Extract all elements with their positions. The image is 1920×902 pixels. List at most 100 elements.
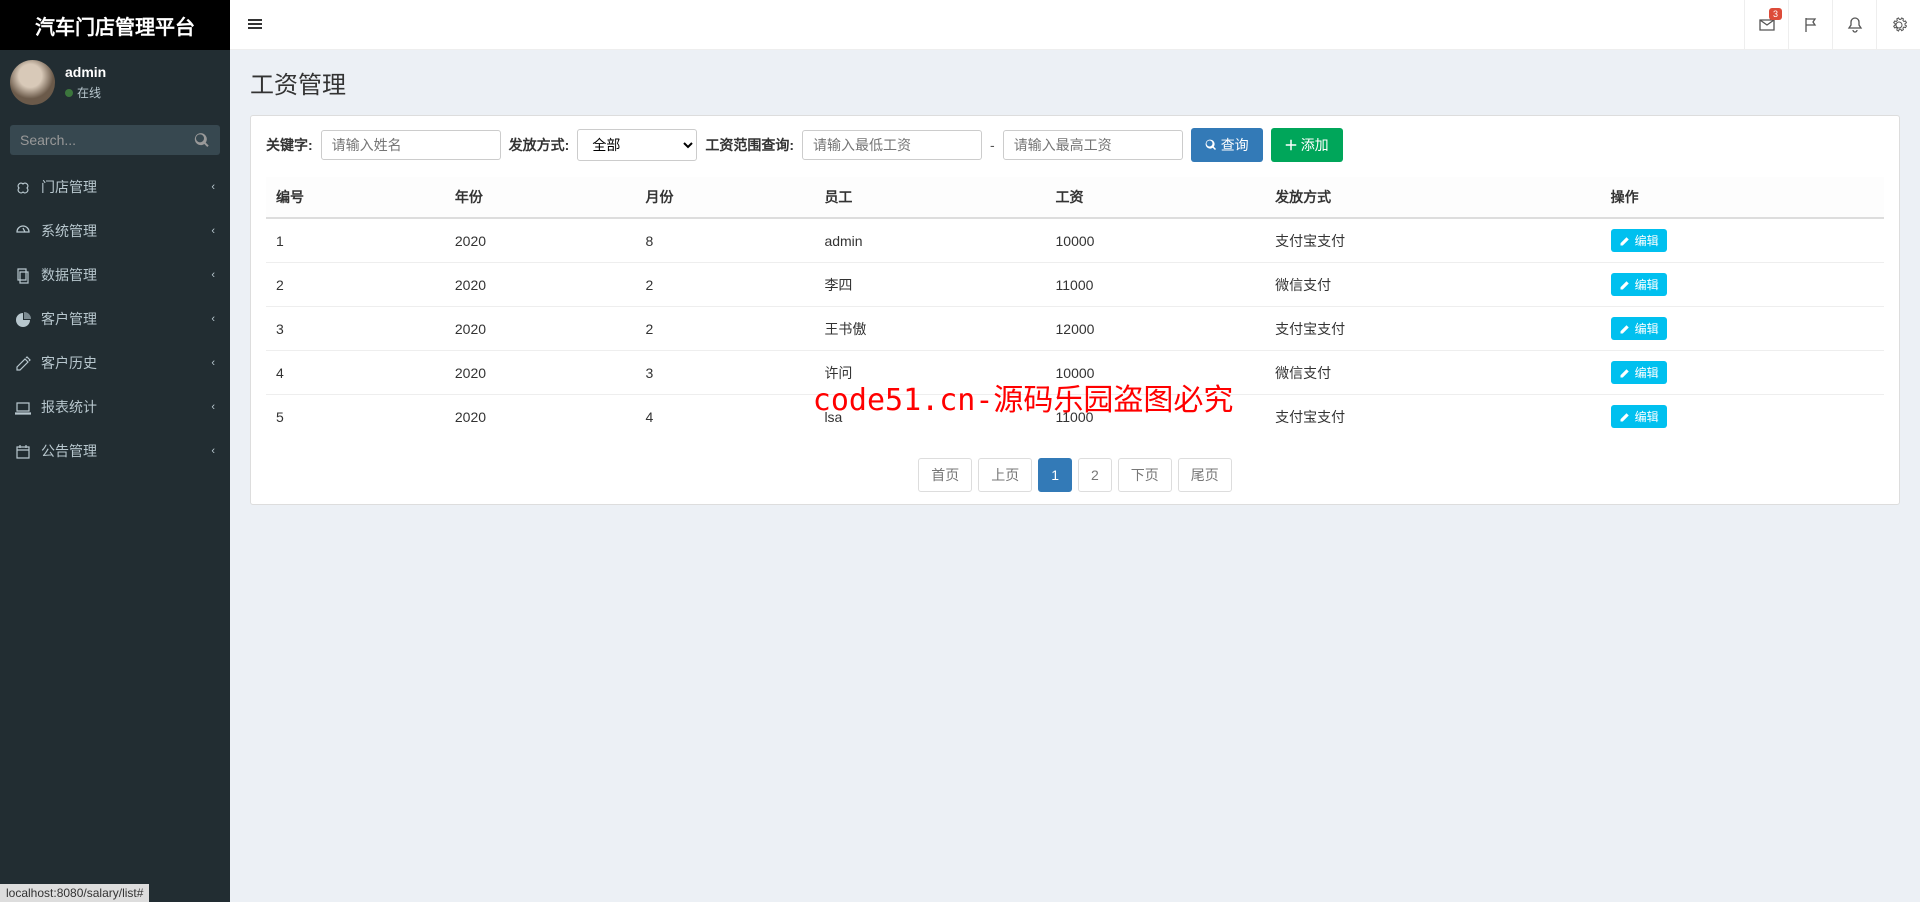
cell-paytype: 微信支付	[1265, 263, 1600, 307]
cell-id: 1	[266, 218, 445, 263]
max-salary-input[interactable]	[1003, 130, 1183, 160]
cell-paytype: 微信支付	[1265, 351, 1600, 395]
sidebar-item-2[interactable]: 数据管理‹	[0, 253, 230, 297]
sidebar-item-3[interactable]: 客户管理 ‹	[0, 297, 230, 341]
sidebar-item-1[interactable]: 系统管理‹	[0, 209, 230, 253]
page-next[interactable]: 下页	[1118, 458, 1172, 492]
page-last[interactable]: 尾页	[1178, 458, 1232, 492]
search-input[interactable]	[10, 125, 220, 155]
page-prev[interactable]: 上页	[978, 458, 1032, 492]
cell-emp: 王书傲	[814, 307, 1045, 351]
add-button[interactable]: 添加	[1271, 128, 1343, 162]
cell-paytype: 支付宝支付	[1265, 395, 1600, 439]
user-name: admin	[65, 64, 106, 80]
sidebar-item-6[interactable]: 公告管理‹	[0, 429, 230, 473]
table-row: 520204lsa11000支付宝支付 编辑	[266, 395, 1884, 439]
page-2[interactable]: 2	[1078, 458, 1112, 492]
calendar-icon	[15, 442, 31, 459]
keyword-input[interactable]	[321, 130, 501, 160]
range-label: 工资范围查询:	[705, 135, 794, 155]
col-header-5: 发放方式	[1265, 177, 1600, 218]
sidebar-item-4[interactable]: 客户历史‹	[0, 341, 230, 385]
app-logo: 汽车门店管理平台	[0, 0, 230, 50]
cell-year: 2020	[445, 395, 636, 439]
edit-button[interactable]: 编辑	[1611, 317, 1667, 340]
cell-id: 2	[266, 263, 445, 307]
sidebar-item-label: 客户管理	[41, 309, 97, 329]
keyword-label: 关键字:	[266, 135, 313, 155]
edit-button[interactable]: 编辑	[1611, 361, 1667, 384]
cell-year: 2020	[445, 218, 636, 263]
edit-button[interactable]: 编辑	[1611, 229, 1667, 252]
cell-month: 8	[636, 218, 815, 263]
col-header-1: 年份	[445, 177, 636, 218]
sidebar-item-0[interactable]: 门店管理‹	[0, 165, 230, 209]
flag-icon[interactable]	[1788, 0, 1832, 50]
cell-id: 4	[266, 351, 445, 395]
filter-bar: 关键字: 发放方式: 全部 工资范围查询: - 查询 添加	[266, 128, 1884, 162]
pencil-icon	[1619, 411, 1631, 423]
pencil-icon	[1619, 323, 1631, 335]
cell-emp: 李四	[814, 263, 1045, 307]
cell-emp: lsa	[814, 395, 1045, 439]
edit-button[interactable]: 编辑	[1611, 405, 1667, 428]
menu-toggle-button[interactable]	[230, 16, 280, 34]
sidebar-search	[0, 115, 230, 165]
cell-id: 5	[266, 395, 445, 439]
joomla-icon	[15, 178, 31, 195]
table-row: 320202王书傲12000支付宝支付 编辑	[266, 307, 1884, 351]
gear-icon[interactable]	[1876, 0, 1920, 50]
page-1[interactable]: 1	[1038, 458, 1072, 492]
search-icon	[1205, 139, 1217, 151]
min-salary-input[interactable]	[802, 130, 982, 160]
status-bar-url: localhost:8080/salary/list#	[0, 884, 149, 902]
search-icon[interactable]	[194, 131, 210, 148]
cell-year: 2020	[445, 263, 636, 307]
cell-month: 2	[636, 263, 815, 307]
bell-icon[interactable]	[1832, 0, 1876, 50]
plus-icon	[1285, 139, 1297, 151]
cell-salary: 10000	[1046, 351, 1266, 395]
cell-year: 2020	[445, 351, 636, 395]
chevron-left-icon: ‹	[211, 313, 215, 325]
table-row: 120208admin10000支付宝支付 编辑	[266, 218, 1884, 263]
sidebar: 汽车门店管理平台 admin 在线 门店管理‹系统管理‹数据管理‹客户管理‹客户…	[0, 0, 230, 902]
cell-salary: 12000	[1046, 307, 1266, 351]
copy-icon	[15, 266, 31, 283]
mail-badge: 3	[1769, 8, 1782, 20]
cell-emp: 许问	[814, 351, 1045, 395]
paytype-label: 发放方式:	[509, 135, 570, 155]
pencil-icon	[1619, 235, 1631, 247]
sidebar-item-5[interactable]: 报表统计 ‹	[0, 385, 230, 429]
sidebar-item-label: 报表统计	[41, 397, 97, 417]
edit-button[interactable]: 编辑	[1611, 273, 1667, 296]
mail-icon[interactable]: 3	[1744, 0, 1788, 50]
search-button[interactable]: 查询	[1191, 128, 1263, 162]
cell-paytype: 支付宝支付	[1265, 307, 1600, 351]
sidebar-menu: 门店管理‹系统管理‹数据管理‹客户管理‹客户历史‹报表统计‹公告管理‹	[0, 165, 230, 473]
chevron-left-icon: ‹	[211, 269, 215, 281]
salary-table: 编号年份月份员工工资发放方式操作 120208admin10000支付宝支付 编…	[266, 177, 1884, 438]
cell-emp: admin	[814, 218, 1045, 263]
chevron-left-icon: ‹	[211, 401, 215, 413]
user-status: 在线	[65, 84, 106, 101]
cell-id: 3	[266, 307, 445, 351]
paytype-select[interactable]: 全部	[577, 129, 697, 161]
cell-month: 4	[636, 395, 815, 439]
col-header-2: 月份	[636, 177, 815, 218]
page-title: 工资管理	[250, 65, 1900, 100]
cell-salary: 10000	[1046, 218, 1266, 263]
table-row: 420203许问10000微信支付 编辑	[266, 351, 1884, 395]
user-panel: admin 在线	[0, 50, 230, 115]
page-first[interactable]: 首页	[918, 458, 972, 492]
chevron-left-icon: ‹	[211, 357, 215, 369]
pencil-icon	[1619, 279, 1631, 291]
sidebar-item-label: 系统管理	[41, 221, 97, 241]
col-header-0: 编号	[266, 177, 445, 218]
col-header-3: 员工	[814, 177, 1045, 218]
top-nav: 3	[230, 0, 1920, 50]
laptop-icon	[15, 398, 31, 415]
range-separator: -	[990, 137, 995, 153]
cell-month: 3	[636, 351, 815, 395]
cell-paytype: 支付宝支付	[1265, 218, 1600, 263]
